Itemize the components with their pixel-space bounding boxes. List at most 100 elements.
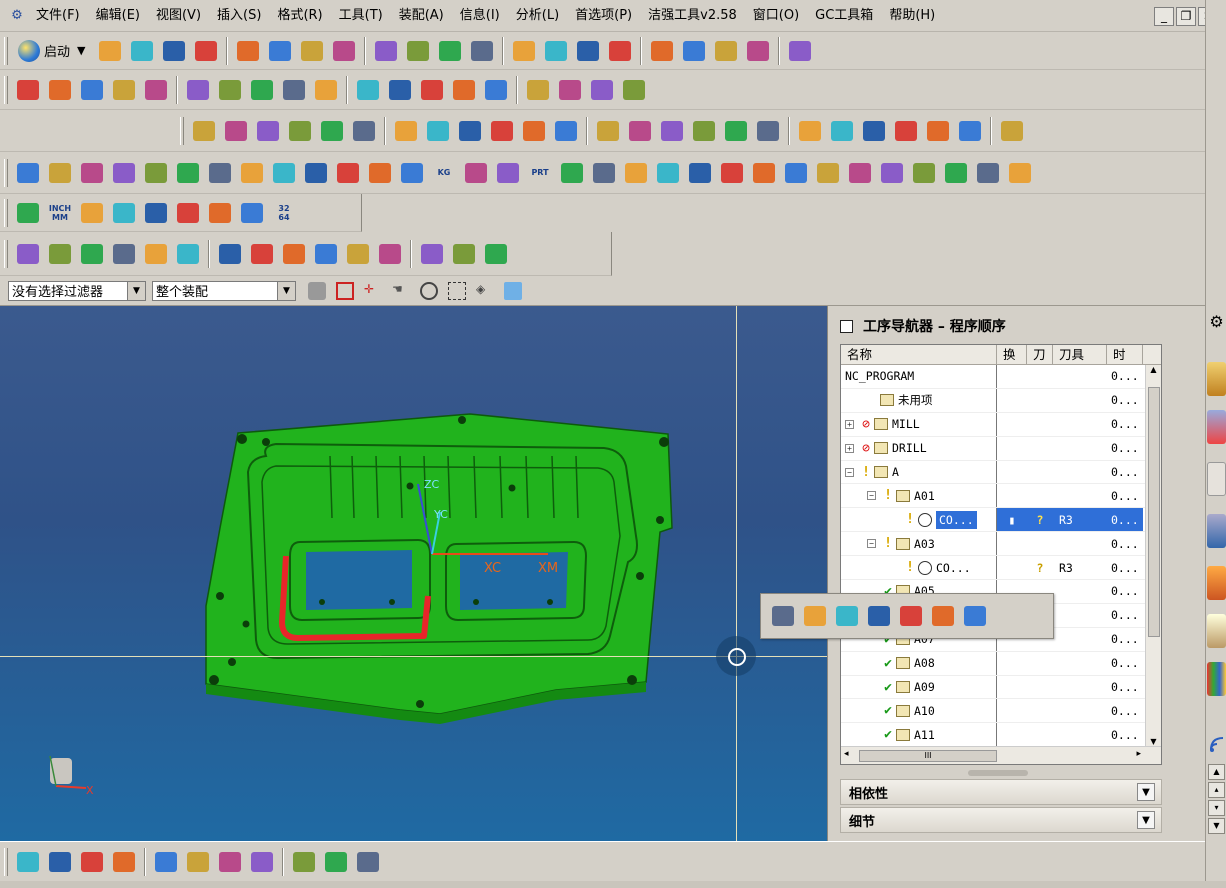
shop-doc-button[interactable] — [214, 74, 246, 106]
cube-stack-button[interactable] — [972, 157, 1004, 189]
clip-button[interactable] — [742, 35, 774, 67]
stock-view-button[interactable] — [108, 846, 140, 878]
column-time[interactable]: 时 — [1107, 345, 1143, 364]
column-path[interactable]: 刀 — [1027, 345, 1053, 364]
rect-select-icon[interactable] — [448, 281, 466, 300]
level-4-button[interactable] — [416, 238, 448, 270]
collapse-icon[interactable]: − — [867, 539, 876, 549]
xyz-button[interactable] — [876, 157, 908, 189]
hscroll-thumb[interactable]: III — [859, 750, 997, 762]
scroll-left-icon[interactable]: ◂ — [844, 749, 849, 759]
collapse-icon[interactable]: − — [867, 491, 876, 501]
menu-item[interactable]: 装配(A) — [391, 4, 452, 28]
level-5-button[interactable] — [448, 238, 480, 270]
column-tool-change[interactable]: 换 — [997, 345, 1027, 364]
display-mode-button[interactable] — [434, 35, 466, 67]
component-select-icon[interactable]: ◈ — [476, 282, 494, 300]
menu-item[interactable]: 文件(F) — [28, 4, 88, 28]
menu-item[interactable]: 首选项(P) — [567, 4, 640, 28]
coins-button[interactable] — [684, 157, 716, 189]
fraction-button[interactable]: 32 64 — [268, 197, 300, 229]
chevron-down-icon[interactable]: ▼ — [1137, 783, 1155, 801]
transform-button[interactable] — [646, 35, 678, 67]
list-button[interactable] — [480, 74, 512, 106]
tool-button[interactable] — [454, 115, 486, 147]
pallet-button[interactable] — [140, 157, 172, 189]
component-button[interactable] — [44, 74, 76, 106]
measure-button[interactable] — [784, 35, 816, 67]
delete-button[interactable] — [328, 35, 360, 67]
redo-button[interactable] — [959, 600, 991, 632]
scale-button[interactable] — [940, 157, 972, 189]
layers-button[interactable] — [588, 157, 620, 189]
level-3-button[interactable] — [374, 238, 406, 270]
menu-item[interactable]: 工具(T) — [331, 4, 391, 28]
placeholder-button[interactable] — [767, 600, 799, 632]
navigator-row[interactable]: −! A03 0... — [841, 532, 1161, 557]
menu-item[interactable]: 编辑(E) — [88, 4, 148, 28]
type-filter-select[interactable]: 没有选择过滤器 ▼ — [8, 280, 146, 301]
menu-item[interactable]: 窗口(O) — [745, 4, 807, 28]
navigator-row[interactable]: ✔ A11 0... — [841, 723, 1161, 748]
envelope-button[interactable] — [76, 157, 108, 189]
p-nc-button[interactable] — [550, 115, 582, 147]
resbar-scroll-up-icon[interactable]: ▲ — [1208, 764, 1225, 780]
tool-path-button[interactable] — [108, 74, 140, 106]
kg-button[interactable]: KG — [428, 157, 460, 189]
layer-2-button[interactable] — [44, 238, 76, 270]
prt-button[interactable]: PRT — [524, 157, 556, 189]
cube-red-button[interactable] — [44, 157, 76, 189]
layer-1-button[interactable] — [12, 238, 44, 270]
lines-button[interactable] — [720, 115, 752, 147]
hand-snap-icon[interactable]: ☚ — [392, 282, 410, 300]
menu-item[interactable]: 帮助(H) — [881, 4, 943, 28]
check-button[interactable] — [188, 115, 220, 147]
rect-green-button[interactable] — [844, 157, 876, 189]
screen-button[interactable] — [140, 197, 172, 229]
package-button[interactable] — [108, 157, 140, 189]
resbar-down-icon[interactable]: ▾ — [1208, 800, 1225, 816]
hatch-button[interactable] — [586, 74, 618, 106]
clock-button[interactable] — [486, 115, 518, 147]
column-tool[interactable]: 刀具 — [1053, 345, 1107, 364]
body-select-icon[interactable] — [504, 281, 522, 300]
scroll-right-icon[interactable]: ▸ — [1136, 749, 1141, 759]
mirror-button[interactable] — [954, 115, 986, 147]
assembly-navigator-button[interactable] — [76, 74, 108, 106]
navigator-row[interactable]: ✔ A08 0... — [841, 651, 1161, 676]
edit-object-display-button[interactable] — [508, 35, 540, 67]
box-blue-button[interactable] — [268, 157, 300, 189]
folder-button[interactable] — [108, 197, 140, 229]
network-button[interactable] — [172, 238, 204, 270]
circle-dot-button[interactable] — [236, 157, 268, 189]
boundary-button[interactable] — [554, 74, 586, 106]
resbar-scroll-down-icon[interactable]: ▼ — [1208, 818, 1225, 834]
display-button[interactable] — [618, 74, 650, 106]
menu-item[interactable]: 信息(I) — [452, 4, 508, 28]
part-navigator-tab-icon[interactable] — [1207, 462, 1226, 496]
menu-item[interactable]: 视图(V) — [148, 4, 209, 28]
ruler-button[interactable] — [396, 157, 428, 189]
stack-button[interactable] — [76, 197, 108, 229]
box-button[interactable] — [688, 115, 720, 147]
navigator-row[interactable]: ✔ A10 0... — [841, 699, 1161, 724]
cube-wire-button[interactable] — [352, 846, 384, 878]
measure-op-button[interactable] — [863, 600, 895, 632]
cylinder-button[interactable] — [716, 157, 748, 189]
lift-button[interactable] — [246, 846, 278, 878]
post-process-button[interactable] — [182, 74, 214, 106]
end-button[interactable] — [996, 115, 1028, 147]
dxf-button[interactable] — [12, 197, 44, 229]
layer-3-button[interactable] — [76, 238, 108, 270]
expand-icon[interactable]: + — [845, 419, 854, 429]
navigator-row[interactable]: NC_PROGRAM 0... — [841, 365, 1161, 389]
collapse-icon[interactable]: − — [845, 467, 854, 477]
print-nc-button[interactable] — [624, 115, 656, 147]
assembly-button[interactable] — [678, 35, 710, 67]
cube-blue-button[interactable] — [320, 846, 352, 878]
align-top-button[interactable] — [214, 238, 246, 270]
layer-5-button[interactable] — [140, 238, 172, 270]
graphics-viewport[interactable]: XC XM ZC YC X — [0, 306, 827, 841]
assembly-navigator-tab-icon[interactable] — [1207, 362, 1226, 396]
cube-orange-button[interactable] — [12, 157, 44, 189]
